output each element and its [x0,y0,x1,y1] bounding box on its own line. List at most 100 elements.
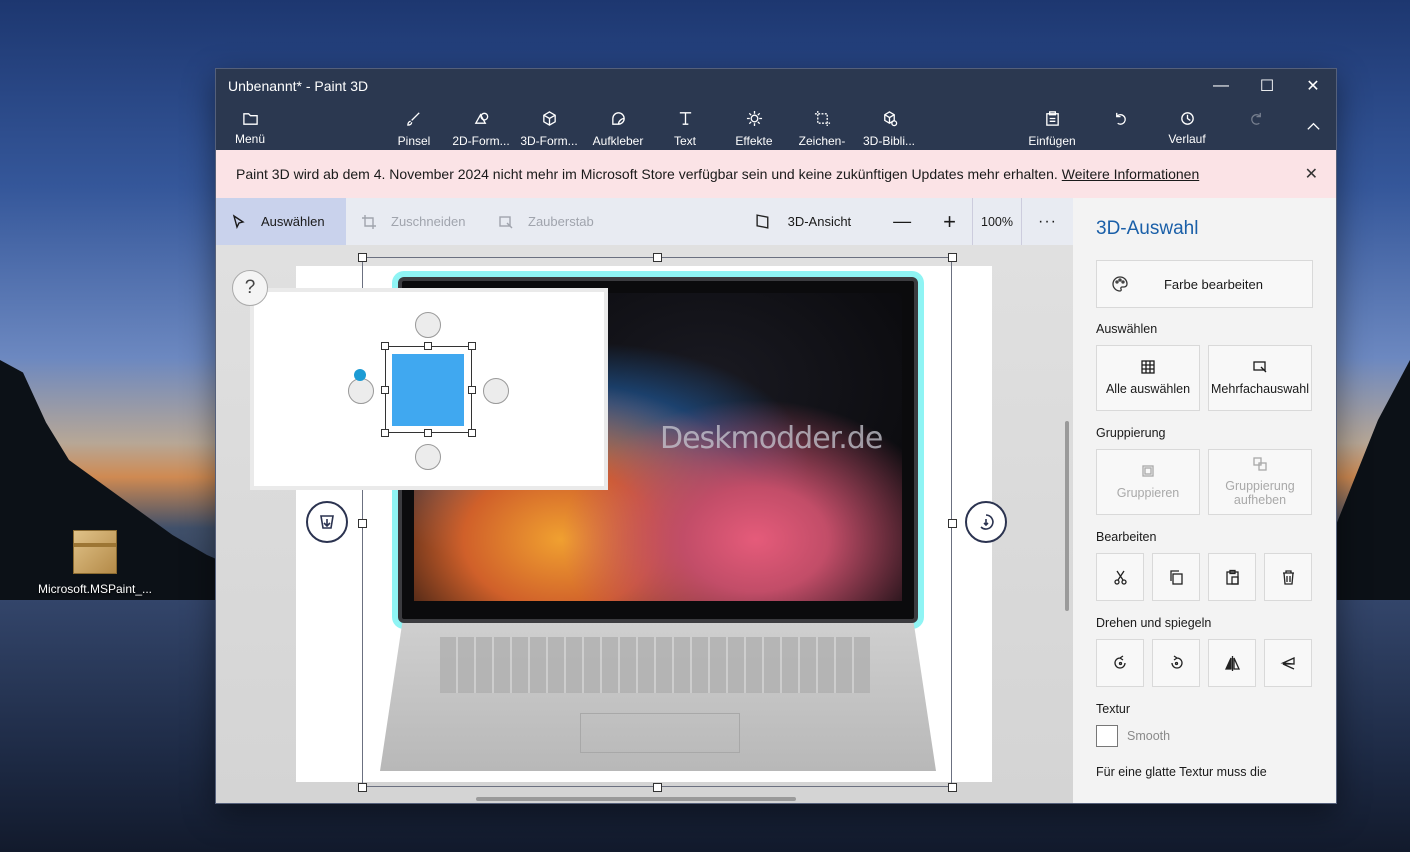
delete-button[interactable] [1264,553,1312,601]
deprecation-banner: Paint 3D wird ab dem 4. November 2024 ni… [216,150,1336,198]
tip-handle [468,342,476,350]
edit-section [1096,553,1313,601]
edit-section-heading: Bearbeiten [1096,530,1157,544]
resize-handle[interactable] [653,253,662,262]
tool-2d-shapes[interactable]: 2D-Form... [452,103,510,150]
sticker-icon [610,107,627,129]
rotate-right-icon [1170,654,1183,669]
close-button[interactable]: ✕ [1290,69,1336,103]
tool-2d-shapes-label: 2D-Form... [452,134,510,148]
group-icon [1142,465,1154,477]
selection-toolbar: Auswählen Zuschneiden Zauberstab 3D-Ansi… [216,198,1073,245]
minimize-button[interactable]: — [1198,69,1244,103]
resize-handle[interactable] [358,519,367,528]
rotate-right-button[interactable] [1152,639,1200,687]
multi-select-icon [1253,361,1267,373]
tool-stickers[interactable]: Aufkleber [590,103,646,150]
cut-button[interactable] [1096,553,1144,601]
history-button[interactable]: Verlauf [1168,103,1206,150]
texture-note: Für eine glatte Textur muss die [1096,765,1267,779]
zoom-level[interactable]: 100% [972,198,1023,245]
tool-3d-library[interactable]: 3D-Bibli... [862,103,916,150]
crop-tool-button[interactable]: Zuschneiden [346,198,483,245]
desktop-icon-label: Microsoft.MSPaint_... [37,582,153,596]
view-controls: 3D-Ansicht — + 100% ··· [743,198,1073,245]
tool-text-label: Text [673,134,696,148]
maximize-button[interactable]: ☐ [1244,69,1290,103]
resize-handle[interactable] [358,253,367,262]
help-button[interactable]: ? [232,270,268,306]
depth-move-button[interactable] [306,501,348,543]
group-section-heading: Gruppierung [1096,426,1166,440]
paste-panel-button[interactable] [1208,553,1256,601]
magic-select-button[interactable]: Zauberstab [483,198,609,245]
rotate-y-button[interactable] [965,501,1007,543]
smooth-label: Smooth [1127,729,1171,743]
resize-handle[interactable] [948,783,957,792]
select-all-button[interactable]: Alle auswählen [1096,345,1200,411]
vertical-scrollbar[interactable] [1065,421,1069,611]
tool-3d-library-label: 3D-Bibli... [862,134,915,148]
rotate-left-button[interactable] [1096,639,1144,687]
collapse-toolbar-button[interactable] [1302,103,1324,150]
cursor-icon [232,213,245,229]
edit-color-button[interactable]: Farbe bearbeiten [1096,260,1313,308]
resize-handle[interactable] [948,519,957,528]
zoom-in-button[interactable]: + [935,209,972,235]
tool-canvas[interactable]: Zeichen- [798,103,846,150]
desktop-icon-mspaint[interactable]: Microsoft.MSPaint_... [30,530,160,598]
2d-shapes-icon [473,107,490,129]
resize-handle[interactable] [358,783,367,792]
banner-more-info-link[interactable]: Weitere Informationen [1062,166,1199,182]
rotate-section-heading: Drehen und spiegeln [1096,616,1212,630]
redo-button[interactable] [1246,103,1266,150]
rotation-tip-popup [250,288,608,490]
depth-left-icon [348,378,374,404]
resize-handle[interactable] [948,253,957,262]
canvas-area[interactable]: Deskmodder.de ? [216,245,1073,803]
tool-brush-label: Pinsel [397,134,431,148]
smooth-checkbox-box[interactable] [1096,725,1118,747]
main-toolbar: Menü Pinsel 2D-Form... 3D-Form... Aufkle… [216,103,1336,150]
group-button[interactable]: Gruppieren [1096,449,1200,515]
title-bar[interactable]: Unbenannt* - Paint 3D — ☐ ✕ [216,69,1336,103]
ungroup-button[interactable]: Gruppierung aufheben [1208,449,1312,515]
tool-text[interactable]: Text [672,103,698,150]
magic-select-icon [499,215,513,228]
banner-close-icon[interactable]: ✕ [1305,164,1318,184]
paste-button[interactable]: Einfügen [1028,103,1076,150]
canvas-icon [814,107,831,129]
3d-view-button[interactable]: 3D-Ansicht [743,213,864,230]
flip-vertical-icon [1279,656,1295,670]
crop-tool-label: Zuschneiden [391,214,466,229]
redo-icon [1248,107,1265,129]
menu-button[interactable]: Menü [232,103,268,150]
smooth-checkbox[interactable]: Smooth [1096,725,1313,747]
undo-button[interactable] [1110,103,1130,150]
magic-select-label: Zauberstab [528,214,594,229]
package-icon [73,530,117,574]
flip-vertical-button[interactable] [1264,639,1312,687]
rotate-left-icon [1113,654,1126,669]
zoom-out-button[interactable]: — [863,211,935,232]
folder-icon [242,107,259,129]
tool-effects[interactable]: Effekte [733,103,775,150]
select-all-icon [1141,360,1155,374]
more-options-button[interactable]: ··· [1022,213,1073,231]
text-icon [677,107,694,129]
tool-stickers-label: Aufkleber [592,134,644,148]
multi-select-button[interactable]: Mehrfachauswahl [1208,345,1312,411]
menu-label: Menü [234,132,266,146]
tip-handle [381,342,389,350]
rotate-icon [980,514,994,530]
tool-canvas-label: Zeichen- [798,134,846,148]
tool-brush[interactable]: Pinsel [394,103,434,150]
resize-handle[interactable] [653,783,662,792]
tip-handle [468,429,476,437]
copy-button[interactable] [1152,553,1200,601]
select-tool-button[interactable]: Auswählen [216,198,346,245]
flip-horizontal-button[interactable] [1208,639,1256,687]
tool-3d-shapes[interactable]: 3D-Form... [520,103,578,150]
rotate-right-icon [483,378,509,404]
horizontal-scrollbar[interactable] [476,797,796,801]
